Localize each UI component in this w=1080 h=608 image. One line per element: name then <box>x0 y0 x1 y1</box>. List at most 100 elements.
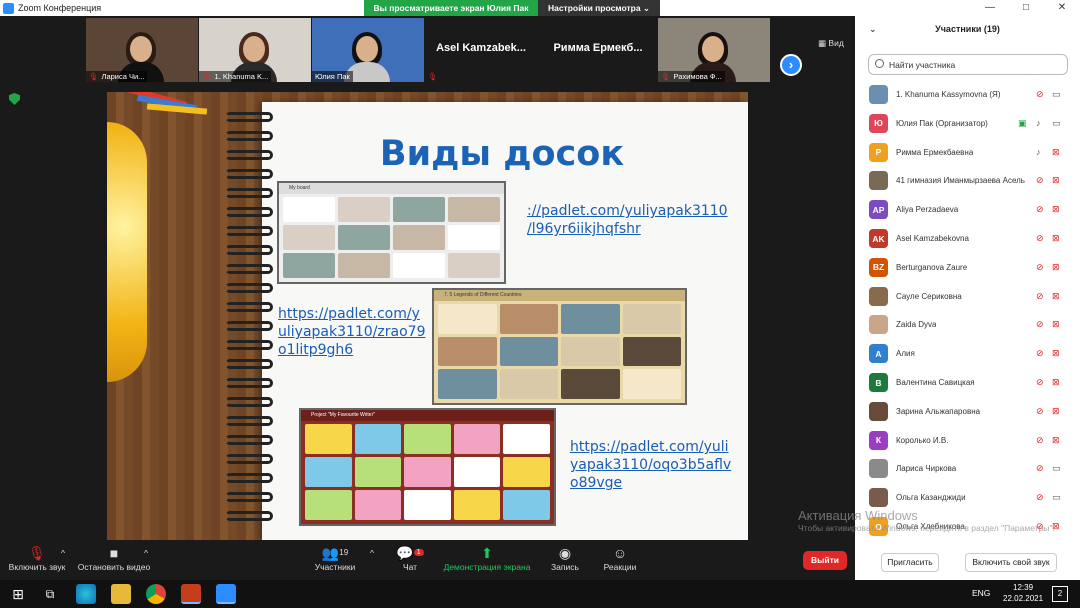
video-off-icon: ⊠ <box>1052 233 1060 243</box>
meeting-toolbar: 🎙 Включить звук ^ ■ Остановить видео ^ 👥… <box>0 540 855 580</box>
window-title: Zoom Конференция <box>18 3 102 13</box>
participant-name: 1. Khanuma Kassymovna (Я) <box>896 90 1001 99</box>
spiral-ring <box>225 435 273 445</box>
avatar: BZ <box>869 257 888 277</box>
file-explorer-icon[interactable] <box>111 584 131 604</box>
video-off-icon: ⊠ <box>1052 348 1060 359</box>
unmute-self-button[interactable]: Включить свой звук <box>965 553 1057 572</box>
board-card <box>453 490 501 520</box>
video-strip: 🎙 Лариса Чи... 🎙 1. Khanuma K... Юлия Пак … <box>0 16 855 86</box>
video-tile[interactable]: Asel Kamzabek... 🎙 <box>425 18 537 82</box>
avatar <box>869 315 888 335</box>
participant-row[interactable]: Ю Юлия Пак (Организатор) ▣ ♪ ▭ <box>855 109 1080 138</box>
participant-row[interactable]: 1. Khanuma Kassymovna (Я) ⊘ ▭ <box>855 80 1080 109</box>
video-off-icon: ⊠ <box>1052 405 1060 416</box>
mic-icon: ♪ <box>1036 147 1041 158</box>
participant-row[interactable]: 41 гимназия Иманмырзаева Асель ⊘ ⊠ <box>855 166 1080 195</box>
participant-row[interactable]: В Валентина Савицкая ⊘ ⊠ <box>855 368 1080 397</box>
padlet-link-3[interactable]: https://padlet.com/yuli yapak3110/oqo3b5a… <box>570 438 731 492</box>
board-column <box>338 197 390 278</box>
participant-row[interactable]: Лариса Чиркова ⊘ ▭ <box>855 454 1080 483</box>
board-card <box>393 225 445 250</box>
muted-mic-icon: ⊘ <box>1036 348 1044 359</box>
participants-header: ⌄ Участники (19) <box>855 24 1080 42</box>
participant-row[interactable]: Zaida Dyva ⊘ ⊠ <box>855 310 1080 339</box>
video-options-caret[interactable]: ^ <box>142 548 150 558</box>
participant-row[interactable]: Р Римма Ермекбаевна ♪ ⊠ <box>855 138 1080 167</box>
chat-button[interactable]: 💬 1 Чат <box>396 544 424 572</box>
padlet-link-1[interactable]: ://padlet.com/yuliyapak3110/l96yr6iikjhq… <box>527 202 728 238</box>
tile-name-label: 🎙 Лариса Чи... <box>86 71 148 82</box>
participants-button[interactable]: 👥19 Участники <box>309 544 361 572</box>
edge-browser-icon[interactable] <box>76 584 96 604</box>
notifications-icon[interactable]: 2 <box>1052 586 1068 602</box>
participant-name: Zaida Dyva <box>896 320 937 330</box>
video-tile[interactable]: Юлия Пак <box>312 18 424 82</box>
collapse-chevron-icon[interactable]: ⌄ <box>869 24 877 35</box>
participant-row[interactable]: BZ Berturganova Zaure ⊘ ⊠ <box>855 253 1080 282</box>
avatar <box>869 286 888 306</box>
participant-row[interactable]: Зарина Альжапаровна ⊘ ⊠ <box>855 397 1080 426</box>
board-card <box>354 490 402 520</box>
system-clock[interactable]: 12:39 22.02.2021 <box>1003 582 1043 604</box>
participant-search-input[interactable]: Найти участника <box>868 54 1068 75</box>
powerpoint-icon[interactable] <box>181 584 201 604</box>
chrome-browser-icon[interactable] <box>146 584 166 604</box>
video-tile[interactable]: 🎙 Рахимова Ф... <box>658 18 770 82</box>
windows-activation-watermark: Активация Windows Чтобы активировать Win… <box>798 508 1055 533</box>
zoom-logo-icon <box>3 2 14 14</box>
padlet-link-2[interactable]: https://padlet.com/y uliyapak3110/zrao79 o… <box>278 305 426 359</box>
participant-name: 41 гимназия Иманмырзаева Асель <box>896 176 1025 186</box>
participant-row[interactable]: К Королько И.В. ⊘ ⊠ <box>855 426 1080 455</box>
video-off-icon: ⊠ <box>1052 377 1060 387</box>
leave-meeting-button[interactable]: Выйти <box>803 551 847 570</box>
audio-options-caret[interactable]: ^ <box>59 548 67 558</box>
board-card <box>393 253 445 278</box>
record-button[interactable]: ◉ Запись <box>548 544 582 572</box>
padlet-screenshot-1: My board <box>277 181 506 284</box>
board-column <box>622 304 681 400</box>
close-button[interactable]: ✕ <box>1044 0 1080 16</box>
participant-row[interactable]: AK Asel Kamzabekovna ⊘ ⊠ <box>855 224 1080 253</box>
participant-row[interactable]: Сауле Сериковна ⊘ ⊠ <box>855 282 1080 311</box>
board-card <box>354 457 402 487</box>
participants-options-caret[interactable]: ^ <box>368 548 376 558</box>
task-view-icon[interactable]: ⧉ <box>40 584 60 604</box>
chat-icon: 💬 1 <box>396 544 424 562</box>
camera-icon: ■ <box>109 545 119 561</box>
stop-video-button[interactable]: ■ Остановить видео <box>76 544 152 572</box>
participants-panel: ⌄ Участники (19) Найти участника 1. Khan… <box>855 16 1080 580</box>
participant-name: Алия <box>896 349 915 359</box>
avatar: В <box>869 373 888 392</box>
board-card <box>393 197 445 222</box>
view-settings-button[interactable]: Настройки просмотра ⌄ <box>538 0 660 16</box>
maximize-button[interactable]: □ <box>1008 0 1044 16</box>
participant-name: Лариса Чиркова <box>896 464 957 474</box>
shot-header: Project "My Favourite Writer" <box>301 410 554 421</box>
windows-start-icon[interactable]: ⊞ <box>8 584 28 604</box>
windows-taskbar: ⊞ ⧉ ENG 12:39 22.02.2021 2 <box>0 580 1080 608</box>
video-tile[interactable]: 🎙 1. Khanuma K... <box>199 18 311 82</box>
shot-header: 7. 5 Legends of Different Countries <box>434 290 685 301</box>
view-button[interactable]: ▦ Вид <box>818 38 844 49</box>
tile-name-label: Asel Kamzabek... <box>436 42 526 54</box>
zoom-taskbar-icon[interactable] <box>216 584 236 604</box>
mic-icon: ♪ <box>1036 118 1041 129</box>
reactions-button[interactable]: ☺ Реакции <box>601 544 639 572</box>
video-on-icon: ▭ <box>1052 117 1061 128</box>
next-page-button[interactable]: › <box>780 54 802 76</box>
video-tile[interactable]: 🎙 Лариса Чи... <box>86 18 198 82</box>
invite-button[interactable]: Пригласить <box>881 553 939 572</box>
share-screen-button[interactable]: ⬆ Демонстрация экрана <box>441 544 533 572</box>
board-column <box>561 304 620 400</box>
participant-name: Сауле Сериковна <box>896 291 962 301</box>
participant-row[interactable]: AP Aliya Perzadaeva ⊘ ⊠ <box>855 195 1080 224</box>
input-language[interactable]: ENG <box>972 588 990 598</box>
participant-row[interactable]: А Алия ⊘ ⊠ <box>855 339 1080 368</box>
spiral-ring <box>225 283 273 293</box>
minimize-button[interactable]: — <box>972 0 1008 16</box>
security-shield-icon[interactable] <box>9 93 20 105</box>
video-tile[interactable]: Римма Ермекб... <box>542 18 654 82</box>
board-column <box>305 424 352 520</box>
spiral-ring <box>225 150 273 160</box>
